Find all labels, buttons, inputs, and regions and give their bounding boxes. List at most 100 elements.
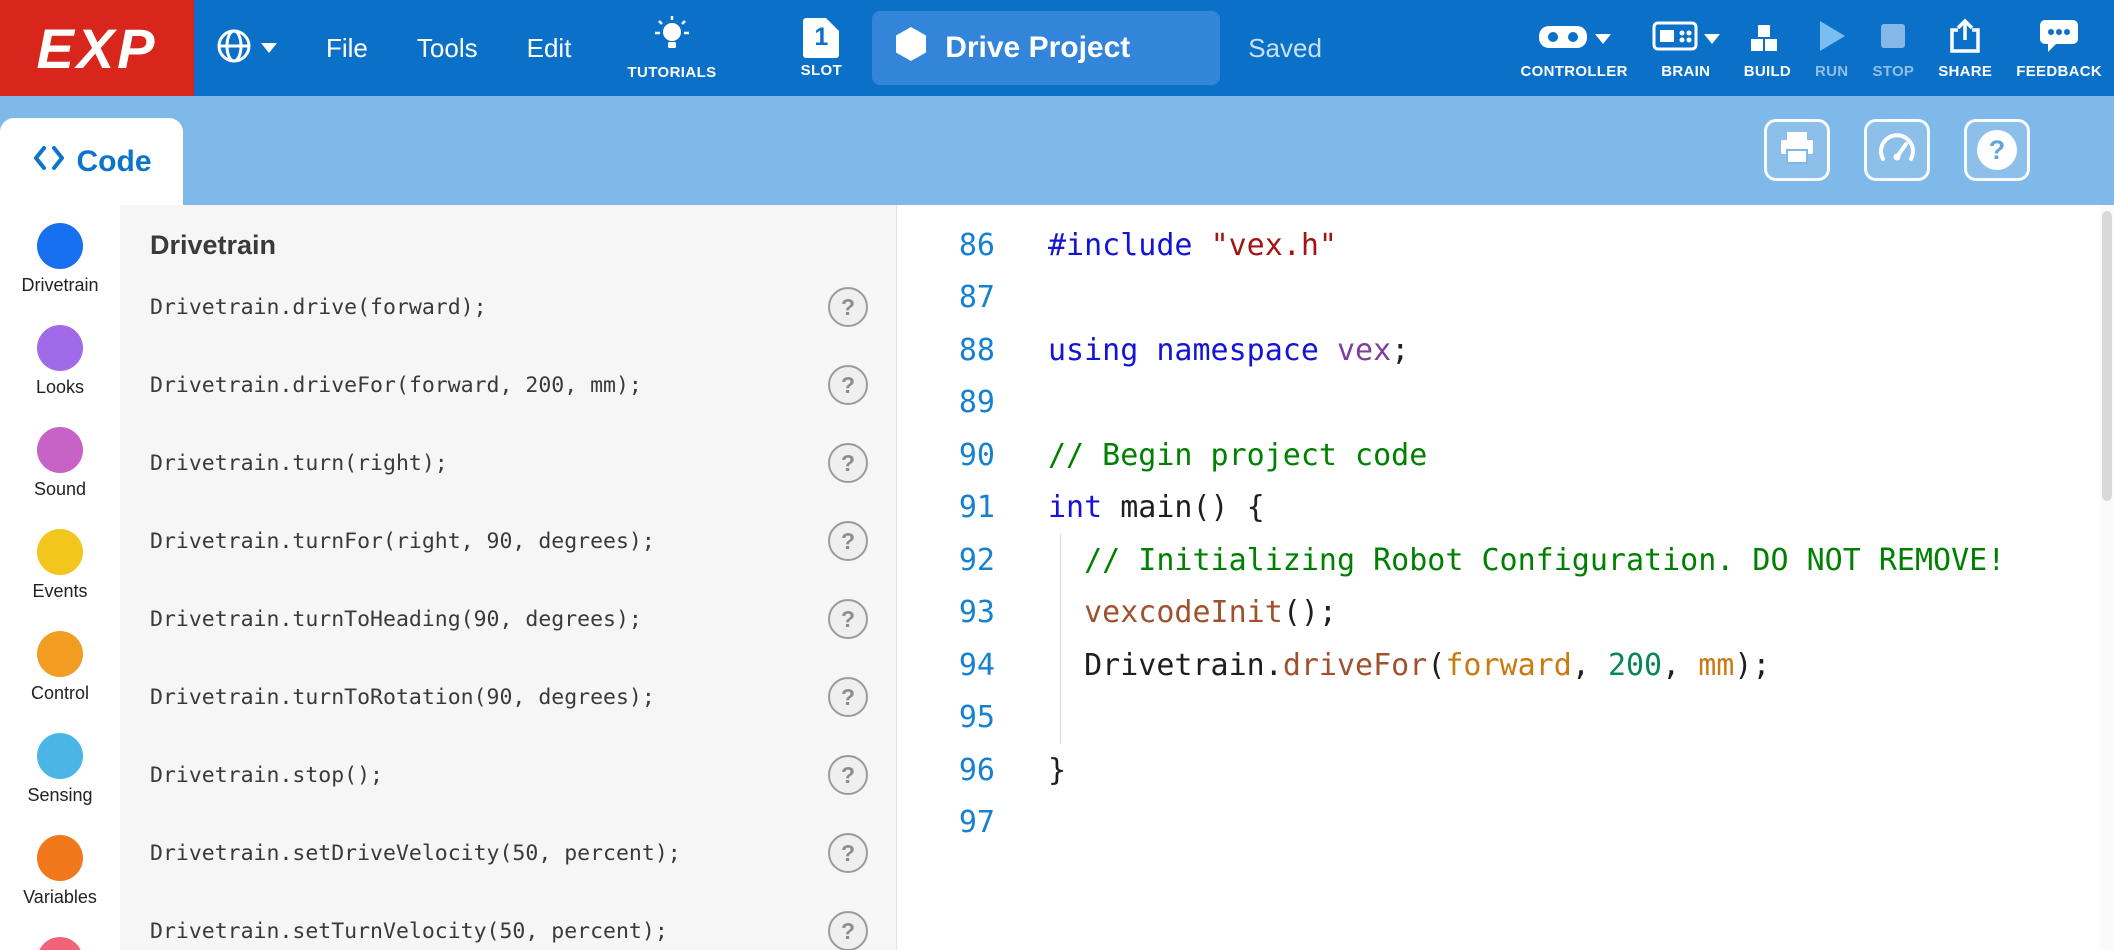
code-line-90: 90// Begin project code bbox=[897, 429, 2114, 482]
code-line-92: 92 // Initializing Robot Configuration. … bbox=[897, 534, 2114, 587]
command-text: Drivetrain.turnToRotation(90, degrees); bbox=[150, 685, 655, 710]
dashboard-button[interactable] bbox=[1864, 119, 1930, 181]
indent-guide bbox=[1060, 534, 1061, 744]
line-number: 96 bbox=[897, 753, 995, 788]
stop-icon bbox=[1879, 22, 1907, 55]
code-line-97: 97 bbox=[897, 797, 2114, 850]
category-circle-icon bbox=[37, 427, 83, 473]
line-number: 93 bbox=[897, 595, 995, 630]
slot-button[interactable]: 1 SLOT bbox=[801, 18, 843, 79]
code-line-91: 91int main() { bbox=[897, 482, 2114, 535]
category-looks[interactable]: Looks bbox=[36, 325, 84, 398]
code-text: // Begin project code bbox=[995, 438, 1427, 473]
action-label: SHARE bbox=[1938, 63, 1992, 80]
action-label: RUN bbox=[1815, 63, 1848, 80]
command-help-button[interactable]: ? bbox=[828, 677, 868, 717]
command-help-button[interactable]: ? bbox=[828, 599, 868, 639]
code-text: // Initializing Robot Configuration. DO … bbox=[995, 543, 2005, 578]
action-label: STOP bbox=[1872, 63, 1914, 80]
share-button[interactable]: SHARE bbox=[1938, 17, 1992, 80]
command-item[interactable]: Drivetrain.drive(forward);? bbox=[120, 268, 896, 346]
category-sensing[interactable]: Sensing bbox=[27, 733, 92, 806]
tab-code[interactable]: Code bbox=[0, 118, 183, 205]
command-item[interactable]: Drivetrain.turn(right);? bbox=[120, 424, 896, 502]
project-name-button[interactable]: Drive Project bbox=[872, 11, 1220, 85]
command-help-button[interactable]: ? bbox=[828, 911, 868, 950]
category-label: Drivetrain bbox=[21, 274, 98, 296]
slot-label: SLOT bbox=[801, 62, 843, 79]
action-label: CONTROLLER bbox=[1521, 63, 1628, 80]
help-button[interactable]: ? bbox=[1964, 119, 2030, 181]
chevron-down-icon bbox=[1595, 34, 1611, 44]
code-editor[interactable]: 86#include "vex.h"8788using namespace ve… bbox=[897, 205, 2114, 950]
line-number: 87 bbox=[897, 280, 995, 315]
category-drivetrain[interactable]: Drivetrain bbox=[21, 223, 98, 296]
line-number: 88 bbox=[897, 333, 995, 368]
command-help-button[interactable]: ? bbox=[828, 443, 868, 483]
command-item[interactable]: Drivetrain.setDriveVelocity(50, percent)… bbox=[120, 814, 896, 892]
command-help-button[interactable]: ? bbox=[828, 365, 868, 405]
category-circle-icon bbox=[37, 529, 83, 575]
editor-scrollbar[interactable] bbox=[2100, 205, 2114, 950]
category-variables[interactable]: Variables bbox=[23, 835, 97, 908]
feedback-button[interactable]: FEEDBACK bbox=[2016, 17, 2102, 80]
command-item[interactable]: Drivetrain.turnToHeading(90, degrees);? bbox=[120, 580, 896, 658]
command-list: Drivetrain.drive(forward);?Drivetrain.dr… bbox=[120, 268, 896, 950]
command-text: Drivetrain.turn(right); bbox=[150, 451, 448, 476]
category-label: Looks bbox=[36, 376, 84, 398]
category-sound[interactable]: Sound bbox=[34, 427, 86, 500]
command-help-button[interactable]: ? bbox=[828, 833, 868, 873]
code-line-89: 89 bbox=[897, 377, 2114, 430]
topbar-actions: CONTROLLER BRAIN BUILD RUN STOP SHARE FEEDBACK bbox=[1497, 0, 2102, 96]
language-button[interactable] bbox=[216, 28, 277, 69]
category-circle-icon bbox=[37, 631, 83, 677]
code-text: int main() { bbox=[995, 490, 1265, 525]
brain-button[interactable]: BRAIN bbox=[1652, 17, 1720, 80]
category-control[interactable]: Control bbox=[31, 631, 89, 704]
menu-edit[interactable]: Edit bbox=[527, 33, 572, 64]
globe-icon bbox=[216, 28, 252, 69]
toolbar: Code bbox=[0, 96, 2114, 205]
run-button[interactable]: RUN bbox=[1815, 17, 1848, 80]
print-button[interactable] bbox=[1764, 119, 1830, 181]
stop-button[interactable]: STOP bbox=[1872, 17, 1914, 80]
menu-file[interactable]: File bbox=[326, 33, 368, 64]
build-button[interactable]: BUILD bbox=[1744, 17, 1791, 80]
line-number: 95 bbox=[897, 700, 995, 735]
command-item[interactable]: Drivetrain.turnFor(right, 90, degrees);? bbox=[120, 502, 896, 580]
category-events[interactable]: Events bbox=[32, 529, 87, 602]
vexcode-window: EXP File Tools Edit bbox=[0, 0, 2114, 950]
code-lines: 86#include "vex.h"8788using namespace ve… bbox=[897, 219, 2114, 849]
controller-icon bbox=[1537, 20, 1589, 57]
controller-button[interactable]: CONTROLLER bbox=[1521, 17, 1628, 80]
command-item[interactable]: Drivetrain.setTurnVelocity(50, percent);… bbox=[120, 892, 896, 950]
brain-icon bbox=[1652, 19, 1698, 58]
code-line-88: 88using namespace vex; bbox=[897, 324, 2114, 377]
tab-code-label: Code bbox=[77, 145, 152, 179]
lightbulb-icon bbox=[650, 15, 694, 60]
command-help-button[interactable]: ? bbox=[828, 521, 868, 561]
command-item[interactable]: Drivetrain.driveFor(forward, 200, mm);? bbox=[120, 346, 896, 424]
command-panel-header: Drivetrain bbox=[120, 229, 896, 262]
command-help-button[interactable]: ? bbox=[828, 755, 868, 795]
category-8[interactable] bbox=[37, 937, 83, 950]
line-number: 91 bbox=[897, 490, 995, 525]
category-label: Variables bbox=[23, 886, 97, 908]
command-text: Drivetrain.stop(); bbox=[150, 763, 383, 788]
menu-tools[interactable]: Tools bbox=[417, 33, 478, 64]
command-help-button[interactable]: ? bbox=[828, 287, 868, 327]
tutorials-button[interactable]: TUTORIALS bbox=[627, 15, 716, 81]
code-text: using namespace vex; bbox=[995, 333, 1409, 368]
command-item[interactable]: Drivetrain.turnToRotation(90, degrees);? bbox=[120, 658, 896, 736]
code-text: vexcodeInit(); bbox=[995, 595, 1337, 630]
main-content: Drivetrain Looks Sound Events Control Sensing… bbox=[0, 205, 2114, 950]
exp-logo: EXP bbox=[0, 0, 194, 96]
command-text: Drivetrain.driveFor(forward, 200, mm); bbox=[150, 373, 642, 398]
line-number: 94 bbox=[897, 648, 995, 683]
command-item[interactable]: Drivetrain.stop();? bbox=[120, 736, 896, 814]
run-icon bbox=[1817, 19, 1847, 58]
code-brackets-icon bbox=[32, 144, 66, 180]
editor-scrollbar-thumb[interactable] bbox=[2102, 211, 2112, 501]
action-label: FEEDBACK bbox=[2016, 63, 2102, 80]
toolbar-buttons: ? bbox=[1764, 119, 2030, 181]
